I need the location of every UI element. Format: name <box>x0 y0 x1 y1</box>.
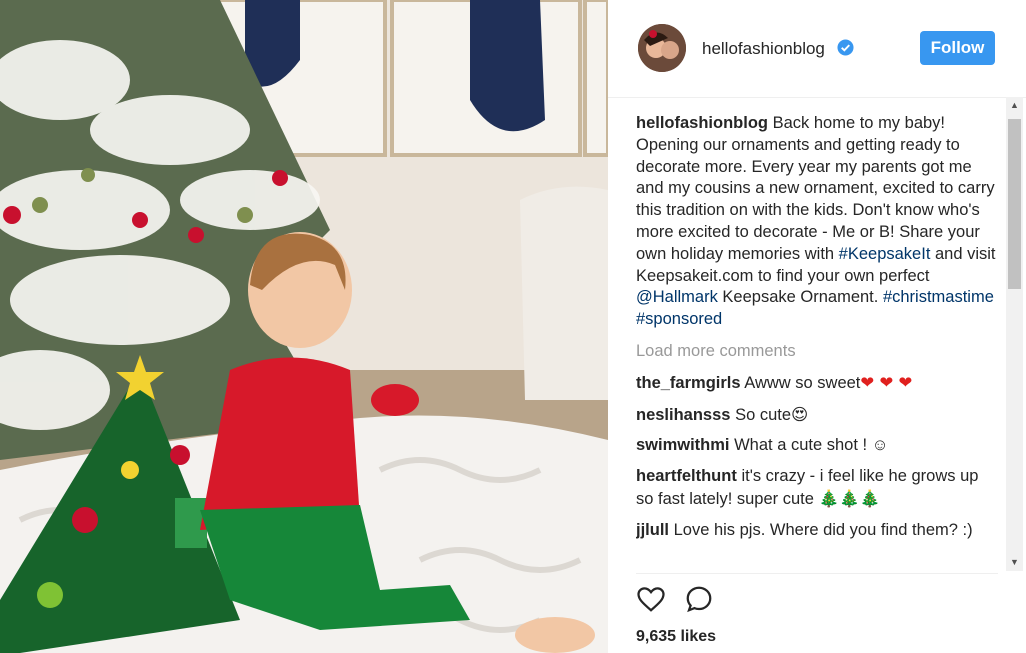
heart-emoji: ❤ ❤ ❤ <box>860 372 913 392</box>
hashtag-christmastime[interactable]: #christmastime <box>883 288 994 306</box>
comment-item: heartfelthunt it's crazy - i feel like h… <box>636 466 998 511</box>
verified-badge-icon <box>837 39 854 61</box>
hashtag-sponsored[interactable]: #sponsored <box>636 310 722 328</box>
comment-username[interactable]: neslihansss <box>636 406 730 424</box>
scroll-up-icon[interactable]: ▲ <box>1006 97 1023 114</box>
heart-icon[interactable] <box>636 584 666 614</box>
comment-username[interactable]: heartfelthunt <box>636 467 737 485</box>
comment-item: the_farmgirls Awww so sweet❤ ❤ ❤ <box>636 372 998 395</box>
username-text[interactable]: hellofashionblog <box>702 39 825 58</box>
comment-item: jjlull Love his pjs. Where did you find … <box>636 520 998 542</box>
comments-list: hellofashionblog Back home to my baby! O… <box>636 113 998 571</box>
comment-username[interactable]: jjlull <box>636 521 669 539</box>
comment-text: Love his pjs. Where did you find them? <box>673 520 958 539</box>
caption-text-3: Keepsake Ornament. <box>717 288 883 307</box>
comment-username[interactable]: the_farmgirls <box>636 374 741 392</box>
caption-text-1: Back home to my baby! Opening our orname… <box>636 114 995 263</box>
mention-hallmark[interactable]: @Hallmark <box>636 288 718 306</box>
scrollbar-thumb[interactable] <box>1008 119 1021 289</box>
post-photo[interactable] <box>0 0 608 653</box>
load-more-comments[interactable]: Load more comments <box>636 341 998 363</box>
post-sidebar: hellofashionblog Follow hellofashionblog… <box>608 0 1026 653</box>
comment-icon[interactable] <box>684 584 714 614</box>
smiley-text: :) <box>962 520 973 539</box>
comment-username[interactable]: swimwithmi <box>636 436 730 454</box>
heart-eyes-emoji: 😍 <box>791 404 809 424</box>
tree-emoji: 🎄🎄🎄 <box>818 488 881 508</box>
follow-button[interactable]: Follow <box>920 31 995 65</box>
avatar[interactable] <box>638 24 686 72</box>
hashtag-keepsakeit[interactable]: #KeepsakeIt <box>839 245 931 263</box>
comment-item: swimwithmi What a cute shot ! ☺ <box>636 435 998 457</box>
caption: hellofashionblog Back home to my baby! O… <box>636 113 998 331</box>
scroll-down-icon[interactable]: ▼ <box>1006 554 1023 571</box>
likes-count[interactable]: 9,635 likes <box>636 628 716 646</box>
comment-text: Awww so sweet <box>744 373 861 392</box>
caption-username[interactable]: hellofashionblog <box>636 114 768 132</box>
comment-item: neslihansss So cute😍 <box>636 404 998 427</box>
comment-text: What a cute shot ! ☺ <box>734 436 889 455</box>
comments-scrollbar[interactable]: ▲ ▼ <box>1006 97 1023 571</box>
comment-text: So cute <box>735 405 792 424</box>
username-link[interactable]: hellofashionblog <box>702 39 854 61</box>
post-header: hellofashionblog Follow <box>608 0 1026 98</box>
divider <box>636 573 998 574</box>
